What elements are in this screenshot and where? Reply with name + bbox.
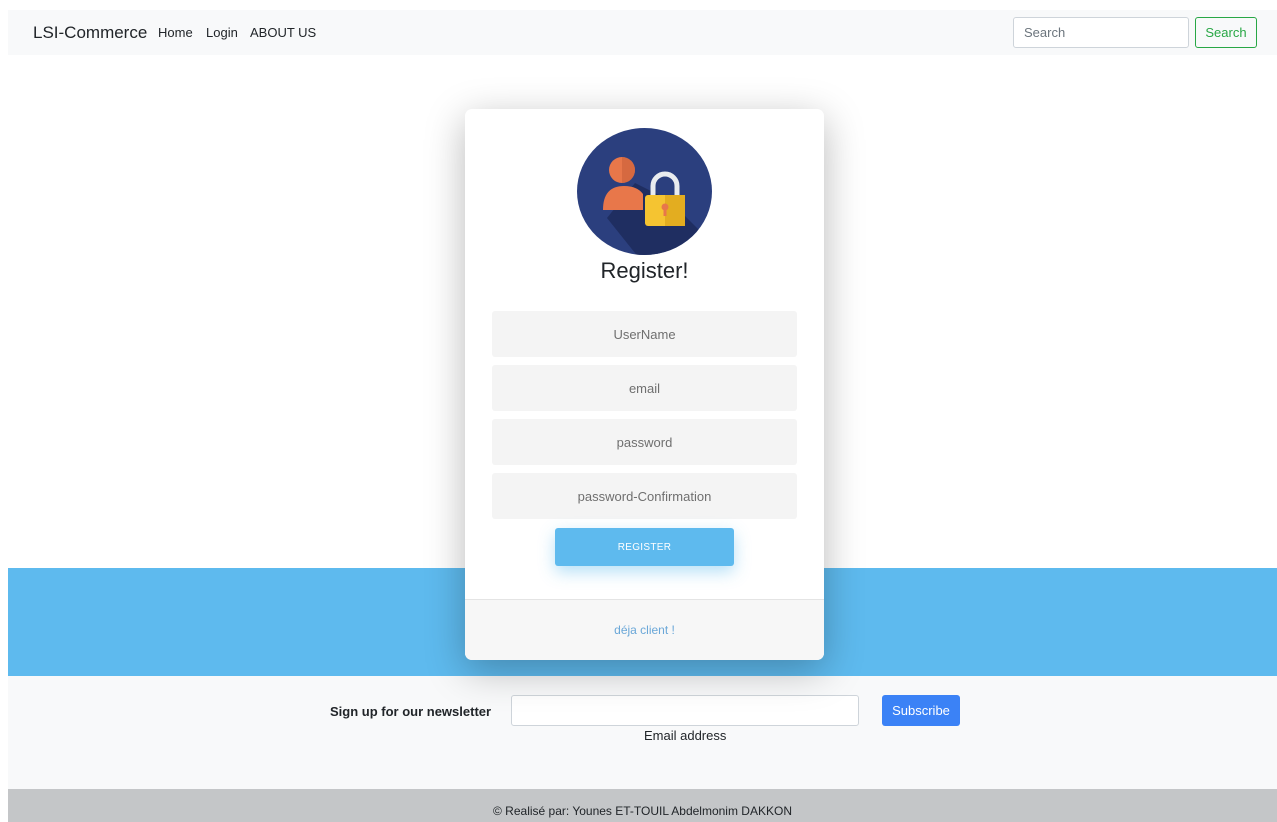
brand-link[interactable]: LSI-Commerce xyxy=(33,23,147,43)
password-confirmation-field[interactable] xyxy=(492,473,797,519)
nav-link-login[interactable]: Login xyxy=(206,25,238,40)
nav-link-about-us[interactable]: ABOUT US xyxy=(250,25,316,40)
register-card: Register! REGISTER déja client ! xyxy=(465,109,824,660)
newsletter-help-text: Email address xyxy=(644,728,727,743)
footer: © Realisé par: Younes ET-TOUIL Abdelmoni… xyxy=(8,789,1277,822)
newsletter-section: Sign up for our newsletter Email address… xyxy=(8,676,1277,789)
search-button[interactable]: Search xyxy=(1195,17,1257,48)
subscribe-button[interactable]: Subscribe xyxy=(882,695,960,726)
search-input[interactable] xyxy=(1013,17,1189,48)
user-lock-icon xyxy=(577,128,712,255)
nav-link-home[interactable]: Home xyxy=(158,25,193,40)
username-field[interactable] xyxy=(492,311,797,357)
footer-credit: © Realisé par: Younes ET-TOUIL Abdelmoni… xyxy=(493,804,792,818)
newsletter-email-input[interactable] xyxy=(511,695,859,726)
register-card-footer: déja client ! xyxy=(465,599,824,660)
email-field[interactable] xyxy=(492,365,797,411)
navbar: LSI-Commerce Home Login ABOUT US Search xyxy=(8,10,1277,55)
register-button[interactable]: REGISTER xyxy=(555,528,734,566)
register-title: Register! xyxy=(600,258,689,283)
newsletter-label: Sign up for our newsletter xyxy=(330,704,492,719)
password-field[interactable] xyxy=(492,419,797,465)
already-client-link[interactable]: déja client ! xyxy=(614,623,675,637)
